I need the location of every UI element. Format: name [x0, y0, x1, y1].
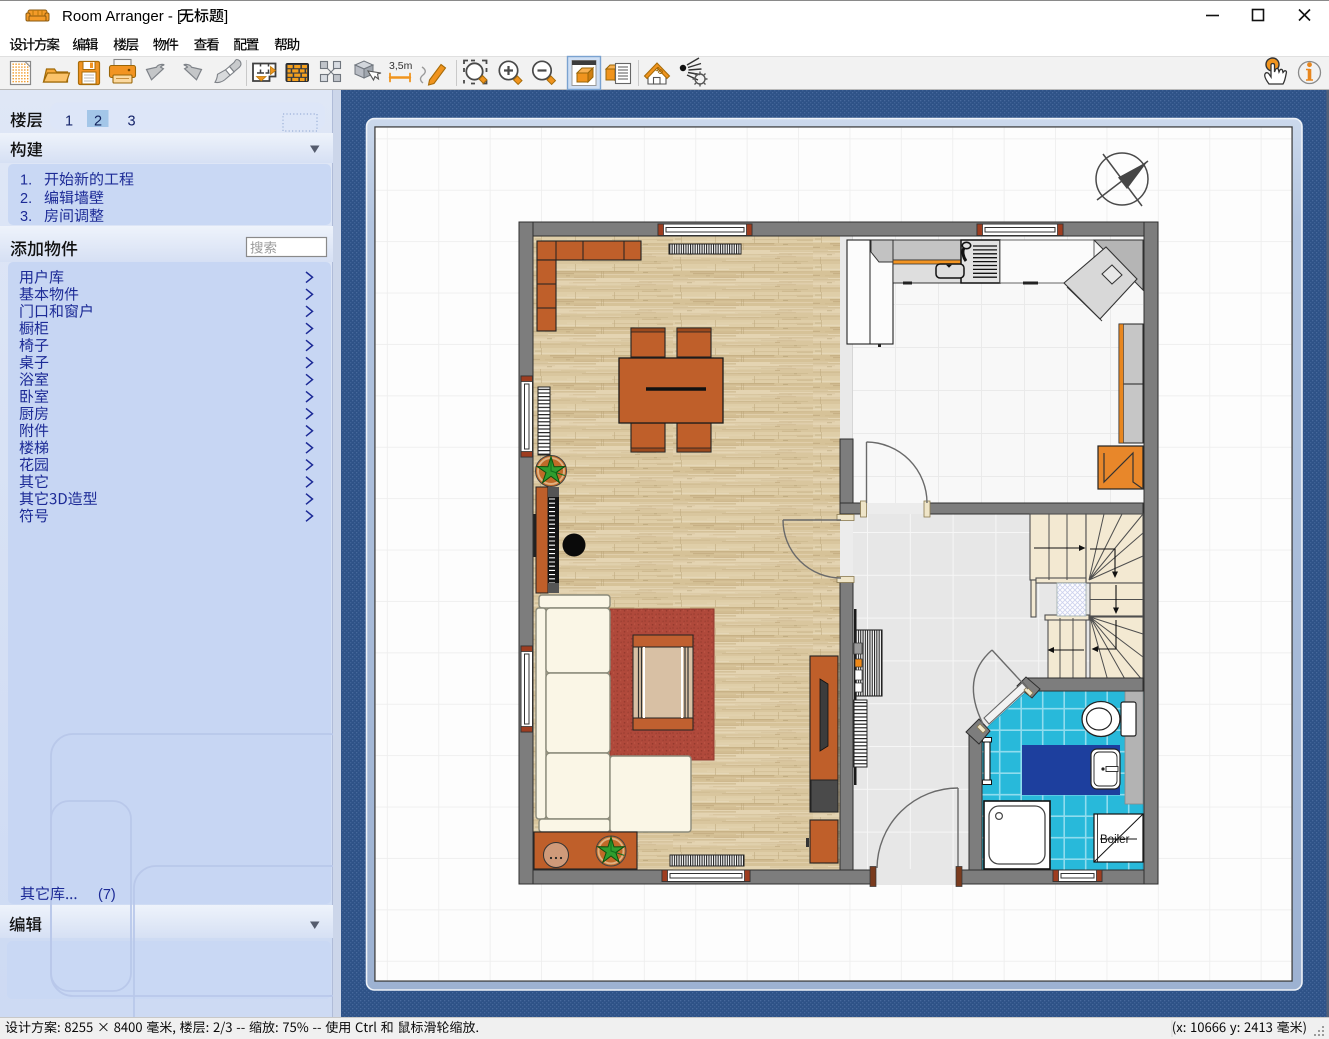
svg-text:Room Arranger - [: Room Arranger - [	[62, 8, 182, 25]
svg-text:2.: 2.	[20, 191, 32, 207]
svg-text:]: ]	[224, 8, 228, 25]
svg-text:1.: 1.	[20, 173, 32, 189]
svg-text:1: 1	[65, 114, 73, 130]
svg-text:3: 3	[128, 114, 136, 130]
svg-text:2: 2	[94, 114, 102, 130]
svg-text:(7): (7)	[98, 887, 116, 903]
svg-text:3,5m: 3,5m	[389, 60, 413, 72]
svg-text:Boiler: Boiler	[1100, 834, 1130, 846]
svg-text:3.: 3.	[20, 209, 32, 225]
